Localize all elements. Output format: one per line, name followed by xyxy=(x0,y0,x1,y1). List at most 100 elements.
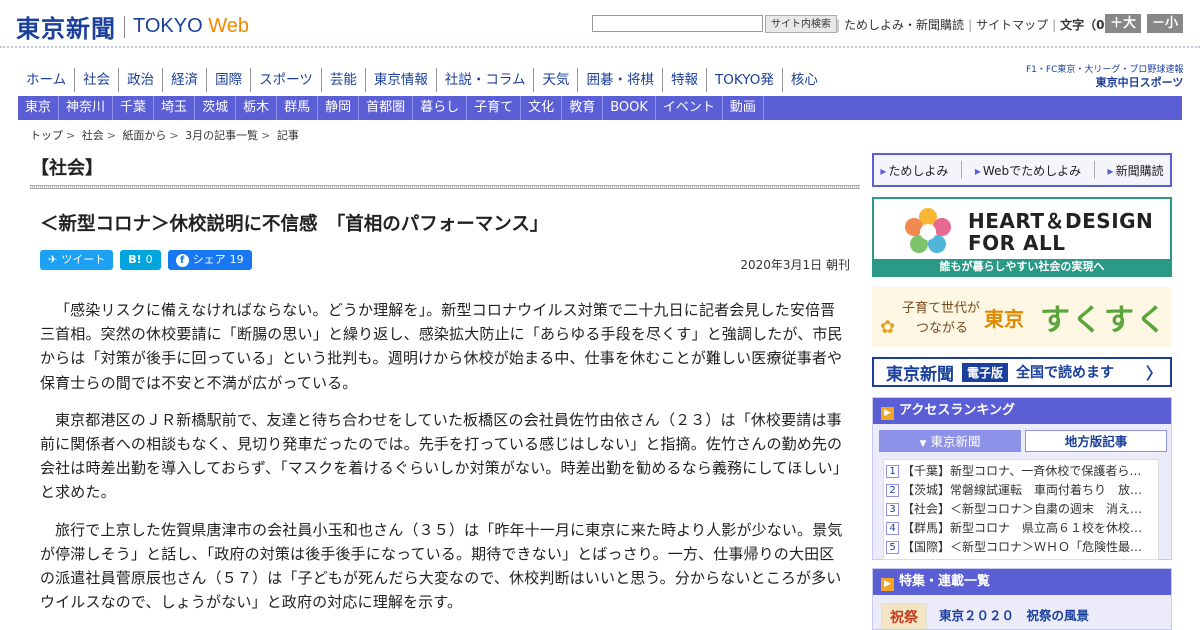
chunichi-sports-link[interactable]: F1・FC東京・大リーグ・プロ野球速報 東京中日スポーツ xyxy=(1026,64,1183,90)
rank-text: 【茨城】常磐線試運転 車両付着ちり 放… xyxy=(902,483,1143,497)
heart-caption: 誰もが暮らしやすい社会の実現へ xyxy=(874,259,1170,275)
search-button[interactable]: サイト内検索 xyxy=(765,15,837,33)
subnav-gunma[interactable]: 群馬 xyxy=(277,96,319,120)
nav-home[interactable]: ホーム xyxy=(18,68,76,92)
ranking-item[interactable]: 2 【茨城】常磐線試運転 車両付着ちり 放… xyxy=(884,481,1158,500)
ranking-item[interactable]: 3 【社会】＜新型コロナ＞自粛の週末 消え… xyxy=(884,500,1158,519)
subnav-tochigi[interactable]: 栃木 xyxy=(236,96,278,120)
nav-society[interactable]: 社会 xyxy=(75,68,120,92)
square-bullet-icon: ▶ xyxy=(881,578,894,591)
ranking-item[interactable]: 1 【千葉】新型コロナ、一斉休校で保護者ら… xyxy=(884,462,1158,481)
article-paragraph: 東京都港区のＪＲ新橋駅前で、友達と待ち合わせをしていた板橋区の会社員佐竹由依さん… xyxy=(40,410,843,502)
font-bigger-button[interactable]: ＋大 xyxy=(1105,14,1142,33)
logo-web-text: Web xyxy=(208,15,249,37)
nav-weather[interactable]: 天気 xyxy=(534,68,579,92)
nav-sports[interactable]: スポーツ xyxy=(251,68,322,92)
rank-number: 5 xyxy=(886,541,899,554)
rank-number: 4 xyxy=(886,522,899,535)
subnav-kurashi[interactable]: 暮らし xyxy=(413,96,468,120)
heart-title-line1: HEART＆DESIGN xyxy=(968,209,1154,233)
breadcrumb: トップ > 社会 > 紙面から > 3月の記事一覧 > 記事 xyxy=(30,127,299,143)
breadcrumb-society[interactable]: 社会 xyxy=(82,129,104,142)
top-link-sitemap[interactable]: サイトマップ xyxy=(976,16,1048,33)
facebook-share-button[interactable]: f シェア 19 xyxy=(167,250,252,270)
social-buttons: ✈ ツイート B! 0 f シェア 19 xyxy=(40,250,252,270)
breadcrumb-sep: > xyxy=(66,129,76,142)
heart-design-banner[interactable]: HEART＆DESIGN FOR ALL 誰もが暮らしやすい社会の実現へ xyxy=(872,197,1172,277)
breadcrumb-top[interactable]: トップ xyxy=(30,129,63,142)
tab-tokyo-label: 東京新聞 xyxy=(930,434,981,449)
ranking-item[interactable]: 4 【群馬】新型コロナ 県立高６１校を休校… xyxy=(884,519,1158,538)
nav-kakushin[interactable]: 核心 xyxy=(783,68,826,92)
subnav-shizuoka[interactable]: 静岡 xyxy=(318,96,360,120)
chevron-right-icon: 〉 xyxy=(1145,364,1162,383)
subnav-video[interactable]: 動画 xyxy=(723,96,764,120)
nav-international[interactable]: 国際 xyxy=(207,68,252,92)
web-trial-read-link[interactable]: Webでためしよみ xyxy=(975,162,1081,179)
subnav-event[interactable]: イベント xyxy=(656,96,723,120)
tab-regional[interactable]: 地方版記事 xyxy=(1025,430,1167,452)
nav-economy[interactable]: 経済 xyxy=(163,68,208,92)
trial-divider xyxy=(1093,161,1095,179)
subnav-saitama[interactable]: 埼玉 xyxy=(154,96,196,120)
subnav-kyoiku[interactable]: 教育 xyxy=(562,96,604,120)
site-logo[interactable]: 東京新聞 TOKYO Web xyxy=(16,9,249,44)
nav-entertainment[interactable]: 芸能 xyxy=(322,68,366,92)
rank-text: 【千葉】新型コロナ、一斉休校で保護者ら… xyxy=(902,464,1142,478)
section-rule xyxy=(30,185,860,189)
tokyo-sukusuku-banner[interactable]: ✿ 子育て世代が つながる 東京 すくすく xyxy=(872,287,1172,347)
header-divider xyxy=(0,46,1200,48)
nav-politics[interactable]: 政治 xyxy=(119,68,164,92)
tweet-label: ツイート xyxy=(61,253,106,266)
top-link-trial-subscribe[interactable]: ためしよみ・新聞購読 xyxy=(844,16,964,33)
subnav-tokyo[interactable]: 東京 xyxy=(18,96,60,120)
subnav-kanagawa[interactable]: 神奈川 xyxy=(59,96,114,120)
hatena-bookmark-button[interactable]: B! 0 xyxy=(120,250,161,270)
subnav-bunka[interactable]: 文化 xyxy=(521,96,563,120)
ranking-title: アクセスランキング xyxy=(899,403,1015,418)
digital-text: 全国で読めます xyxy=(1016,365,1115,381)
article-date: 2020年3月1日 朝刊 xyxy=(740,258,850,272)
ranking-tabs: ▼ 東京新聞 地方版記事 xyxy=(879,430,1167,452)
feature-series-panel: ▶ 特集・連載一覧 祝祭 東京２０２０ 祝祭の風景 xyxy=(872,568,1172,630)
subnav-chiba[interactable]: 千葉 xyxy=(113,96,155,120)
sukusuku-title: すくすく xyxy=(1040,303,1168,338)
digital-edition-banner[interactable]: 東京新聞 電子版 全国で読めます 〉 xyxy=(872,357,1172,387)
font-smaller-button[interactable]: －小 xyxy=(1147,14,1184,33)
search-input[interactable] xyxy=(592,15,763,32)
nav-editorial[interactable]: 社説・コラム xyxy=(437,68,535,92)
subscribe-link[interactable]: 新聞購読 xyxy=(1108,162,1164,179)
digital-logo: 東京新聞 xyxy=(886,364,954,385)
nav-tokuhou[interactable]: 特報 xyxy=(663,68,707,92)
rank-text: 【群馬】新型コロナ 県立高６１校を休校… xyxy=(902,521,1143,535)
ranking-item[interactable]: 5 【国際】＜新型コロナ＞ＷＨＯ「危険性最… xyxy=(884,538,1158,557)
ranking-header: ▶ アクセスランキング xyxy=(873,398,1171,424)
tab-regional-label: 地方版記事 xyxy=(1064,434,1128,449)
tab-tokyo-shimbun[interactable]: ▼ 東京新聞 xyxy=(879,430,1021,452)
site-header: 東京新聞 TOKYO Web サイト内検索 | ためしよみ・新聞購読 | サイト… xyxy=(0,0,1200,46)
nav-tokyo-info[interactable]: 東京情報 xyxy=(366,68,437,92)
trial-divider xyxy=(961,161,963,179)
nav-tokyo-hatsu[interactable]: TOKYO発 xyxy=(707,68,783,92)
trial-read-link[interactable]: ためしよみ xyxy=(880,162,948,179)
flower-icon: ✿ xyxy=(880,317,896,338)
subnav-kosodate[interactable]: 子育て xyxy=(467,96,522,120)
twitter-icon: ✈ xyxy=(48,253,58,266)
rank-number: 3 xyxy=(886,503,899,516)
subnav-book[interactable]: BOOK xyxy=(603,96,656,120)
article-paragraph: 旅行で上京した佐賀県唐津市の会社員小玉和也さん（３５）は「昨年十一月に東京に来た… xyxy=(40,520,843,612)
feature-thumbnail[interactable]: 祝祭 xyxy=(881,603,927,629)
trial-links-box: ためしよみ Webでためしよみ 新聞購読 xyxy=(872,153,1172,187)
feature-item-link[interactable]: 東京２０２０ 祝祭の風景 xyxy=(939,605,1089,624)
nav-igo-shogi[interactable]: 囲碁・将棋 xyxy=(578,68,663,92)
breadcrumb-print[interactable]: 紙面から xyxy=(122,129,166,142)
subnav-shutoken[interactable]: 首都圏 xyxy=(359,96,414,120)
tweet-button[interactable]: ✈ ツイート xyxy=(40,250,114,270)
subnav-ibaraki[interactable]: 茨城 xyxy=(195,96,237,120)
sukusuku-line1: 子育て世代が xyxy=(902,301,981,316)
share-count: 19 xyxy=(229,253,244,266)
breadcrumb-march-list[interactable]: 3月の記事一覧 xyxy=(185,129,258,142)
logo-jp: 東京新聞 xyxy=(16,14,116,43)
triangle-down-icon: ▼ xyxy=(919,439,927,449)
logo-divider xyxy=(124,15,125,38)
